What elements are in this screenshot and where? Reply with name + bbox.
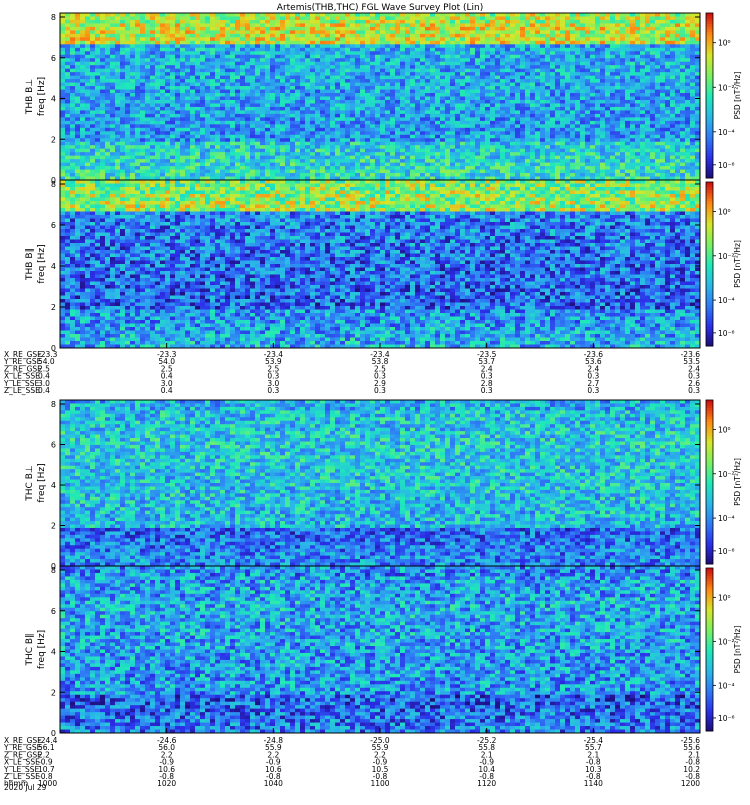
colorbar-tick-label: 10⁰ — [718, 39, 731, 48]
y-tick-label: 2 — [51, 522, 56, 531]
colorbar: 10⁰10⁻²10⁻⁴10⁻⁶PSD [nT²/Hz] — [705, 181, 742, 347]
y-tick-label: 8 — [51, 400, 56, 409]
spectrogram-thc-b-par: 02468THC B∥ freq [Hz]10⁰10⁻²10⁻⁴10⁻⁶PSD [… — [25, 565, 742, 738]
spectrogram-cells — [60, 400, 701, 567]
date-label: 2020 Jul 29 — [4, 783, 47, 792]
colorbar-label: PSD [nT²/Hz] — [733, 458, 742, 506]
colorbar: 10⁰10⁻²10⁻⁴10⁻⁶PSD [nT²/Hz] — [705, 399, 742, 565]
ephemeris-value: 1120 — [477, 779, 496, 788]
ephemeris-value: 1140 — [584, 779, 603, 788]
ephemeris-value: 1020 — [157, 779, 176, 788]
spectrogram-thb-b-perp: 02468THB B⊥ freq [Hz]10⁰10⁻²10⁻⁴10⁻⁶PSD [… — [25, 12, 742, 185]
ephemeris-value: 0.3 — [688, 386, 700, 395]
colorbar-label: PSD [nT²/Hz] — [733, 626, 742, 674]
ephemeris-value: 1200 — [681, 779, 700, 788]
colorbar-tick-label: 10⁻⁴ — [718, 296, 735, 305]
wave-survey-figure: Artemis(THB,THC) FGL Wave Survey Plot (L… — [3, 3, 742, 792]
y-axis-label-instrument: THB B⊥ — [25, 79, 35, 115]
y-axis-label-freq: freq [Hz] — [37, 244, 47, 283]
spectrogram-cells — [60, 180, 701, 349]
y-axis-label-freq: freq [Hz] — [37, 77, 47, 116]
colorbar-tick-label: 10⁻⁶ — [718, 547, 735, 556]
y-axis-label-instrument: THC B⊥ — [25, 465, 35, 502]
ephemeris-value: 1040 — [264, 779, 283, 788]
spectrogram-cells — [60, 13, 701, 181]
colorbar-tick-label: 10⁰ — [718, 208, 731, 217]
ephemeris-value: 0.3 — [587, 386, 599, 395]
y-tick-label: 4 — [51, 648, 56, 657]
y-tick-label: 4 — [51, 481, 56, 490]
y-tick-label: 2 — [51, 303, 56, 312]
figure-title: Artemis(THB,THC) FGL Wave Survey Plot (L… — [277, 3, 483, 13]
y-tick-label: 4 — [51, 262, 56, 271]
y-tick-label: 8 — [51, 566, 56, 575]
y-tick-label: 6 — [51, 221, 56, 230]
ephemeris-row-label: Z_LE_SSE — [4, 386, 40, 395]
spectrogram-thc-b-perp: 02468THC B⊥ freq [Hz]10⁰10⁻²10⁻⁴10⁻⁶PSD [… — [25, 399, 742, 571]
colorbar-tick-label: 10⁻⁶ — [718, 329, 735, 338]
y-axis-label-instrument: THC B∥ — [25, 633, 35, 666]
y-tick-label: 2 — [51, 688, 56, 697]
colorbar: 10⁰10⁻²10⁻⁴10⁻⁶PSD [nT²/Hz] — [705, 567, 742, 732]
ephemeris-value: 0.4 — [161, 386, 173, 395]
colorbar-tick-label: 10⁻⁶ — [718, 714, 735, 723]
y-tick-label: 6 — [51, 441, 56, 450]
ephemeris-value: 0.3 — [267, 386, 279, 395]
ephemeris-value: 0.3 — [374, 386, 386, 395]
colorbar-tick-label: 10⁻⁶ — [718, 161, 735, 170]
colorbar-tick-label: 10⁰ — [718, 426, 731, 435]
y-tick-label: 6 — [51, 607, 56, 616]
colorbar-tick-label: 10⁻⁴ — [718, 128, 735, 137]
colorbar-label: PSD [nT²/Hz] — [733, 240, 742, 288]
colorbar-tick-label: 10⁻⁴ — [718, 681, 735, 690]
y-axis-label-freq: freq [Hz] — [37, 463, 47, 502]
y-tick-label: 4 — [51, 95, 56, 104]
y-tick-label: 2 — [51, 135, 56, 144]
colorbar: 10⁰10⁻²10⁻⁴10⁻⁶PSD [nT²/Hz] — [705, 12, 742, 179]
spectrogram-thb-b-par: 02468THB B∥ freq [Hz]10⁰10⁻²10⁻⁴10⁻⁶PSD [… — [25, 179, 742, 353]
colorbar-label: PSD [nT²/Hz] — [733, 72, 742, 120]
ephemeris-table-thc: X_RE_GSE-24.4 -24.6 -24.8 -25.0 -25.2 -25.4 -2… — [3, 736, 700, 788]
y-tick-label: 8 — [51, 180, 56, 189]
colorbar-tick-label: 10⁰ — [718, 593, 731, 602]
y-axis-label-instrument: THB B∥ — [25, 248, 35, 281]
y-tick-label: 8 — [51, 13, 56, 22]
ephemeris-value: 0.4 — [38, 386, 50, 395]
spectrogram-cells — [60, 566, 701, 734]
y-axis-label-freq: freq [Hz] — [37, 630, 47, 669]
y-tick-label: 6 — [51, 54, 56, 63]
ephemeris-value: 1100 — [370, 779, 389, 788]
colorbar-tick-label: 10⁻⁴ — [718, 514, 735, 523]
ephemeris-value: 0.3 — [481, 386, 493, 395]
ephemeris-table-thb: X_RE_GSE-23.3 -23.3 -23.4 -23.4 -23.5 -23.6 -2… — [3, 350, 700, 395]
